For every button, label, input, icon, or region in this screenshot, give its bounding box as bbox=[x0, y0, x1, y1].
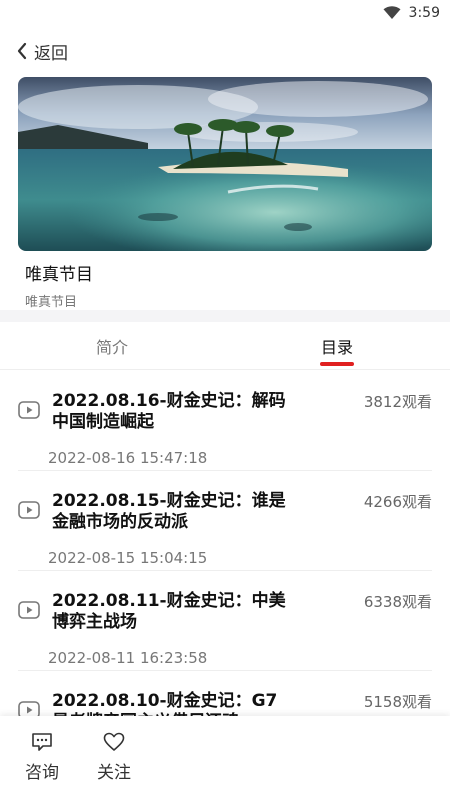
episode-views: 6338观看 bbox=[363, 593, 432, 611]
wifi-icon bbox=[383, 6, 401, 19]
program-subtitle: 唯真节目 bbox=[25, 295, 78, 310]
episode-views: 5158观看 bbox=[363, 693, 432, 711]
episode-title: 2022.08.11-财金史记：中美博弈主战场 bbox=[52, 591, 286, 632]
chevron-left-icon bbox=[17, 42, 27, 60]
status-bar: 3:59 bbox=[0, 0, 450, 26]
back-label: 返回 bbox=[34, 43, 68, 64]
list-item[interactable]: 2022.08.11-财金史记：中美博弈主战场 6338观看 2022-08-1… bbox=[18, 571, 432, 671]
heart-icon bbox=[103, 732, 125, 751]
episode-title: 2022.08.15-财金史记：谁是金融市场的反动派 bbox=[52, 491, 286, 532]
back-button[interactable]: 返回 bbox=[16, 38, 68, 64]
consult-button[interactable]: 咨询 bbox=[22, 732, 62, 783]
episode-views: 4266观看 bbox=[363, 493, 432, 511]
episode-list: 2022.08.16-财金史记：解码中国制造崛起 3812观看 2022-08-… bbox=[0, 371, 450, 771]
episode-views: 3812观看 bbox=[363, 393, 432, 411]
bottom-action-bar: 咨询 关注 bbox=[0, 716, 450, 800]
list-item[interactable]: 2022.08.16-财金史记：解码中国制造崛起 3812观看 2022-08-… bbox=[18, 371, 432, 471]
episode-time: 2022-08-11 16:23:58 bbox=[48, 649, 208, 667]
section-divider bbox=[0, 310, 450, 322]
episode-title: 2022.08.16-财金史记：解码中国制造崛起 bbox=[52, 391, 286, 432]
tab-active-indicator bbox=[320, 362, 354, 366]
tab-intro[interactable]: 简介 bbox=[52, 322, 172, 370]
list-item[interactable]: 2022.08.15-财金史记：谁是金融市场的反动派 4266观看 2022-0… bbox=[18, 471, 432, 571]
episode-time: 2022-08-16 15:47:18 bbox=[48, 449, 208, 467]
tab-bar: 简介 目录 bbox=[0, 322, 450, 370]
play-video-icon bbox=[18, 501, 40, 519]
consult-label: 咨询 bbox=[25, 763, 59, 783]
play-video-icon bbox=[18, 401, 40, 419]
follow-button[interactable]: 关注 bbox=[94, 732, 134, 783]
episode-time: 2022-08-15 15:04:15 bbox=[48, 549, 208, 567]
program-title: 唯真节目 bbox=[25, 265, 93, 285]
status-time: 3:59 bbox=[408, 5, 440, 21]
chat-icon bbox=[32, 733, 52, 751]
program-cover-image bbox=[18, 77, 432, 251]
play-video-icon bbox=[18, 601, 40, 619]
follow-label: 关注 bbox=[97, 763, 131, 783]
